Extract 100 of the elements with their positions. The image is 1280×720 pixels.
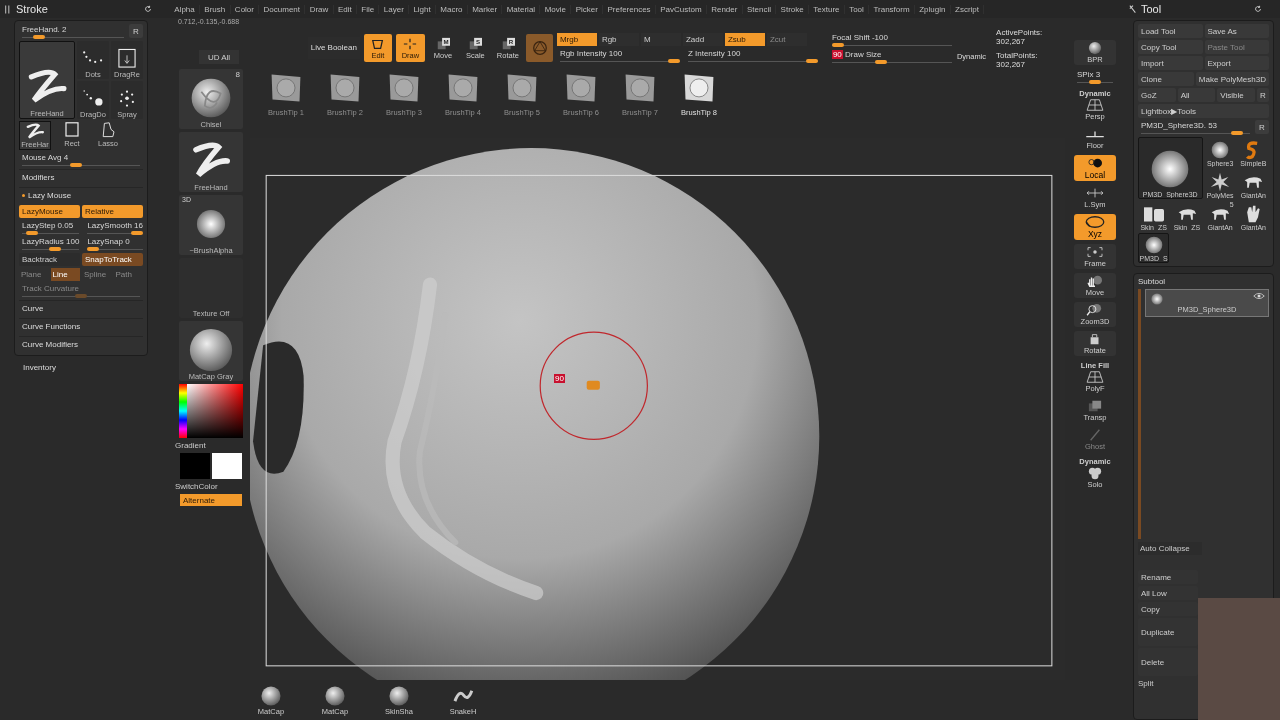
pin-icon[interactable] xyxy=(1129,3,1137,15)
menu-item[interactable]: Draw xyxy=(305,4,334,14)
menu-item[interactable]: Stroke xyxy=(776,4,810,14)
lazy-slider[interactable]: LazyRadius 100 xyxy=(19,236,83,251)
slider-thumb[interactable] xyxy=(1089,80,1101,84)
color-mode-button[interactable]: M xyxy=(640,33,681,46)
menu-item[interactable]: Color xyxy=(230,4,260,14)
menu-item[interactable]: Material xyxy=(502,4,541,14)
auto-collapse-button[interactable]: Auto Collapse xyxy=(1138,542,1202,555)
rgb-intensity-slider[interactable]: Rgb Intensity 100 xyxy=(556,48,683,63)
color-mode-button[interactable]: Rgb xyxy=(598,33,639,46)
toggle-button[interactable]: LazyMouse xyxy=(19,205,80,218)
view-button[interactable]: Local xyxy=(1074,155,1116,181)
slider-thumb[interactable] xyxy=(49,247,62,251)
count-label: 8 xyxy=(235,70,240,79)
tool-button[interactable]: Import xyxy=(1138,56,1203,70)
panel-grip-icon[interactable] xyxy=(4,3,12,15)
section-header[interactable]: Curve Modifiers xyxy=(19,336,143,352)
section-header[interactable]: Lazy Mouse xyxy=(19,187,143,203)
refresh-icon[interactable] xyxy=(144,5,152,13)
mouse-avg-slider[interactable]: Mouse Avg 4 xyxy=(19,152,143,167)
section-header[interactable]: Modifiers xyxy=(19,169,143,185)
tool-slider[interactable]: PM3D_Sphere3D. 53 xyxy=(1138,120,1253,135)
total-points-readout: TotalPoints: 302,267 xyxy=(996,50,1039,69)
menu-item[interactable]: Edit xyxy=(333,4,357,14)
menu-item[interactable]: Alpha xyxy=(170,4,201,14)
slider-thumb[interactable] xyxy=(805,59,818,63)
slider-thumb[interactable] xyxy=(130,231,143,235)
tool-button[interactable]: Load Tool xyxy=(1138,24,1203,38)
menu-item[interactable]: Movie xyxy=(540,4,572,14)
slider-thumb[interactable] xyxy=(1231,131,1244,135)
sphere-icon xyxy=(1150,292,1164,306)
menu-item[interactable]: Layer xyxy=(379,4,410,14)
preset-slider[interactable]: FreeHand. 2 xyxy=(19,24,127,39)
section-header[interactable]: Subtool xyxy=(1138,277,1269,286)
view-button[interactable]: Xyz xyxy=(1074,214,1116,240)
menu-item[interactable]: Document xyxy=(259,4,306,14)
menu-item[interactable]: Brush xyxy=(200,4,231,14)
menu-item[interactable]: Render xyxy=(706,4,743,14)
menu-item[interactable]: Tool xyxy=(844,4,870,14)
lazy-slider[interactable]: LazySmooth 16 xyxy=(84,220,146,235)
active-points-readout: ActivePoints: 302,267 xyxy=(996,27,1044,46)
tool-button[interactable]: Save As xyxy=(1204,24,1269,38)
color-picker[interactable] xyxy=(179,384,243,438)
tool-button[interactable]: Clone xyxy=(1138,72,1194,86)
menu-item[interactable]: Light xyxy=(409,4,437,14)
menu-item[interactable]: PavCustom xyxy=(655,4,707,14)
reset-button[interactable]: R xyxy=(1255,120,1269,134)
tool-button[interactable]: Lightbox▶Tools xyxy=(1138,104,1269,118)
tool-button[interactable]: Export xyxy=(1204,56,1269,70)
menu-item[interactable]: Zscript xyxy=(950,4,985,14)
slider-thumb[interactable] xyxy=(25,231,38,235)
draw-size-slider[interactable]: 90 Draw Size xyxy=(828,49,955,64)
menu-item[interactable]: File xyxy=(357,4,380,14)
section-header[interactable]: Curve xyxy=(19,300,143,316)
section-header[interactable]: Curve Functions xyxy=(19,318,143,334)
slider-thumb[interactable] xyxy=(667,59,680,63)
menu-item[interactable]: Stencil xyxy=(742,4,777,14)
tool-button[interactable]: GoZ xyxy=(1138,88,1176,102)
menu-item[interactable]: Zplugin xyxy=(914,4,951,14)
slider-thumb[interactable] xyxy=(32,35,45,39)
tool-button[interactable]: All xyxy=(1177,88,1216,102)
slider-thumb[interactable] xyxy=(831,43,844,47)
sphere-icon xyxy=(323,684,347,707)
spix-slider[interactable]: SPix 3 xyxy=(1074,69,1116,84)
main-color-swatch[interactable] xyxy=(180,453,210,479)
lazy-slider[interactable]: LazySnap 0 xyxy=(84,236,146,251)
tool-button[interactable]: Visible xyxy=(1217,88,1255,102)
backtrack-button[interactable]: Backtrack xyxy=(19,253,80,266)
menu-item[interactable]: Picker xyxy=(571,4,604,14)
slider-thumb[interactable] xyxy=(875,60,888,64)
menu-item[interactable]: Marker xyxy=(467,4,503,14)
refresh-icon[interactable] xyxy=(1254,5,1262,13)
ud-all-button[interactable]: UD All xyxy=(199,50,239,64)
z-intensity-slider[interactable]: Z Intensity 100 xyxy=(684,48,821,63)
toggle-button[interactable]: Relative xyxy=(82,205,143,218)
tool-button[interactable]: R xyxy=(1257,88,1269,102)
tool-button[interactable]: Copy Tool xyxy=(1138,40,1203,54)
color-mode-button[interactable]: Mrgb xyxy=(556,33,597,46)
menu-item[interactable]: Transform xyxy=(869,4,915,14)
focal-shift-slider[interactable]: Focal Shift -100 xyxy=(828,32,955,47)
gradient-label[interactable]: Gradient xyxy=(175,441,206,450)
symmetry-icon xyxy=(1084,186,1106,200)
secondary-color-swatch[interactable] xyxy=(212,453,242,479)
z-mode-button[interactable]: Zsub xyxy=(724,33,765,46)
eye-icon[interactable] xyxy=(1253,292,1265,300)
menu-item[interactable]: Macro xyxy=(436,4,468,14)
slider-thumb[interactable] xyxy=(69,163,82,167)
inventory-header[interactable]: Inventory xyxy=(0,356,170,379)
lazy-slider[interactable]: LazyStep 0.05 xyxy=(19,220,83,235)
tool-button[interactable]: Make PolyMesh3D xyxy=(1195,72,1269,86)
brush-size-badge: 90 xyxy=(554,374,565,383)
switch-color-button[interactable]: SwitchColor xyxy=(175,482,218,491)
slider-thumb[interactable] xyxy=(87,247,100,251)
z-mode-button[interactable]: Zadd xyxy=(682,33,723,46)
section-header[interactable]: Split xyxy=(1138,679,1154,688)
menu-item[interactable]: Preferences xyxy=(603,4,656,14)
menu-item[interactable]: Texture xyxy=(809,4,845,14)
alternate-button[interactable]: Alternate xyxy=(180,494,242,506)
reset-button[interactable]: R xyxy=(129,24,143,38)
